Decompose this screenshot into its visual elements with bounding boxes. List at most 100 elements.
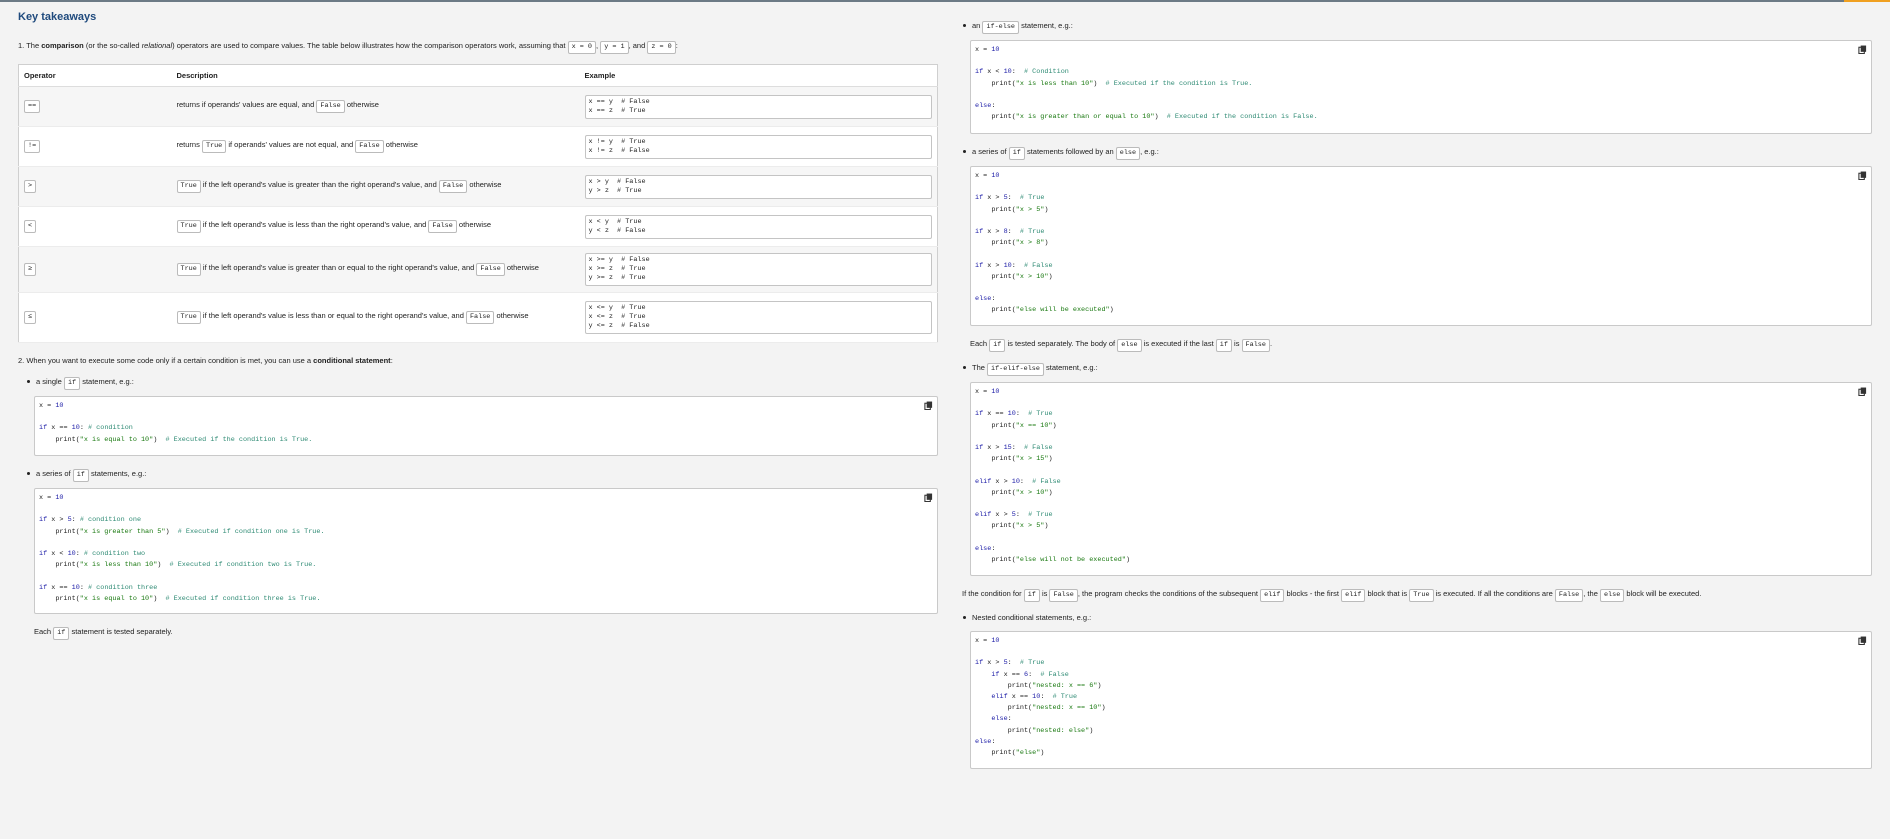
inline-code: else xyxy=(1117,339,1142,352)
operator-code: < xyxy=(24,220,37,233)
right-column: an if-else statement, e.g.: x = 10 if x … xyxy=(962,18,1872,769)
table-header-row: Operator Description Example xyxy=(18,64,938,87)
code-line: y < z # False xyxy=(588,226,646,235)
code-line: print("else") xyxy=(975,749,1045,758)
code-line: x == z # True xyxy=(588,106,646,115)
copy-icon[interactable] xyxy=(924,401,933,410)
code-line: if x > 10: # False xyxy=(975,261,1053,270)
operator-code: != xyxy=(24,140,41,153)
bullet-if-elif-else: The if-elif-else statement, e.g.: xyxy=(962,360,1872,376)
section-2-bold: conditional statement xyxy=(313,356,391,365)
code-line: print("x is greater than 5") # Executed … xyxy=(39,527,325,536)
operator-code: ≤ xyxy=(24,311,37,324)
operator-code: == xyxy=(24,100,41,113)
code-line: print("x is equal to 10") # Executed if … xyxy=(39,594,321,603)
code-line: print("else will not be executed") xyxy=(975,556,1131,565)
inline-code: elif xyxy=(1260,589,1285,602)
code-line: if x > 5: # True xyxy=(975,659,1045,668)
bullet-if-else: an if-else statement, e.g.: xyxy=(962,18,1872,34)
description-cell: True if the left operand's value is less… xyxy=(171,292,580,343)
intro-italic: relational xyxy=(141,41,173,50)
code-line: if x > 5: # True xyxy=(975,194,1045,203)
code-line: y <= z # False xyxy=(588,322,650,330)
code-line: x == y # False xyxy=(588,97,650,106)
inline-code: if xyxy=(72,469,89,482)
code-series-if: x = 10 if x > 5: # condition one print("… xyxy=(34,488,938,614)
inline-code: True xyxy=(201,140,227,153)
inline-code: if-elif-else xyxy=(987,363,1044,376)
table-row: != returns True if operands' values are … xyxy=(18,126,938,167)
copy-icon[interactable] xyxy=(1858,171,1867,180)
code-line: if x == 10: # condition xyxy=(39,424,133,433)
code-line: print("x > 15") xyxy=(975,455,1053,464)
inline-code: False xyxy=(1049,589,1078,602)
copy-icon[interactable] xyxy=(924,493,933,502)
inline-code: if xyxy=(1008,147,1025,160)
inline-code: else xyxy=(1599,589,1625,602)
code-line: print("nested: else") xyxy=(975,726,1094,735)
top-bar xyxy=(0,0,1890,2)
copy-icon[interactable] xyxy=(1858,387,1867,396)
note-if-elif-else: If the condition for if is False, the pr… xyxy=(962,586,1872,602)
description-cell: True if the left operand's value is grea… xyxy=(171,246,580,293)
code-line: print("x is greater than or equal to 10"… xyxy=(975,113,1318,122)
code-nested: x = 10 if x > 5: # True if x == 6: # Fal… xyxy=(970,631,1872,769)
code-line: x <= z # True xyxy=(588,313,646,321)
table-row: < True if the left operand's value is le… xyxy=(18,206,938,247)
code-line: x <= y # True xyxy=(588,304,646,312)
copy-icon[interactable] xyxy=(1858,636,1867,645)
code-series-else: x = 10 if x > 5: # True print("x > 5") i… xyxy=(970,166,1872,326)
table-row: ≤ True if the left operand's value is le… xyxy=(18,292,938,343)
inline-code: else xyxy=(1115,147,1141,160)
inline-code: True xyxy=(176,220,201,233)
code-line: x >= z # True xyxy=(588,265,646,273)
code-line: print("x > 8") xyxy=(975,239,1049,248)
top-accent xyxy=(1844,0,1890,2)
operator-code: > xyxy=(24,180,37,193)
table-row: ≥ True if the left operand's value is gr… xyxy=(18,246,938,293)
inline-code: if xyxy=(1215,339,1232,352)
code-line: print("x == 10") xyxy=(975,421,1057,430)
code-line: elif x == 10: # True xyxy=(991,693,1078,702)
inline-code: False xyxy=(428,220,457,233)
description-cell: returns True if operands' values are not… xyxy=(171,126,580,167)
example-code: x != y # True x != z # False xyxy=(584,134,932,159)
code-line: x != y # True xyxy=(588,137,646,146)
code-line: x = 10 xyxy=(975,46,1000,54)
table-row: > True if the left operand's value is gr… xyxy=(18,166,938,207)
inline-code: x = 0 xyxy=(567,41,597,54)
code-line: x != z # False xyxy=(588,146,650,155)
code-line: else: xyxy=(975,737,996,746)
code-line: if x > 8: # True xyxy=(975,228,1045,237)
code-single-if: x = 10 if x == 10: # condition print("x … xyxy=(34,396,938,456)
copy-icon[interactable] xyxy=(1858,45,1867,54)
example-code: x < y # True y < z # False xyxy=(584,214,932,239)
code-line: if x < 10: # condition two xyxy=(39,550,146,559)
code-line: x = 10 xyxy=(39,402,64,410)
inline-code: if xyxy=(1023,589,1040,602)
code-line: x = 10 xyxy=(975,172,1000,180)
inline-code: False xyxy=(1241,339,1270,352)
example-code: x >= y # False x >= z # True y >= z # Tr… xyxy=(584,253,932,286)
inline-code: False xyxy=(355,140,384,153)
code-line: x < y # True xyxy=(588,217,642,226)
code-line: if x < 10: # Condition xyxy=(975,68,1069,77)
code-line: print("nested: x == 6") xyxy=(975,681,1102,690)
code-line: y >= z # True xyxy=(588,274,646,282)
intro-paragraph: 1. The comparison (or the so-called rela… xyxy=(18,38,938,54)
bullet-single-if: a single if statement, e.g.: xyxy=(26,374,938,390)
inline-code: True xyxy=(176,311,201,324)
code-line: if x == 10: # True xyxy=(975,410,1053,419)
inline-code: if xyxy=(63,377,81,390)
code-if-else: x = 10 if x < 10: # Condition print("x i… xyxy=(970,40,1872,134)
inline-code: True xyxy=(176,263,201,276)
code-line: else: xyxy=(975,295,996,304)
inline-code: True xyxy=(1409,589,1434,602)
code-line: print("x > 5") xyxy=(975,205,1049,214)
code-line: if x > 15: # False xyxy=(975,444,1053,453)
inline-code: False xyxy=(438,180,468,193)
code-line: print("x > 10") xyxy=(975,272,1053,281)
left-column: 1. The comparison (or the so-called rela… xyxy=(18,38,938,640)
inline-code: False xyxy=(465,311,495,324)
header-operator: Operator xyxy=(18,64,172,87)
